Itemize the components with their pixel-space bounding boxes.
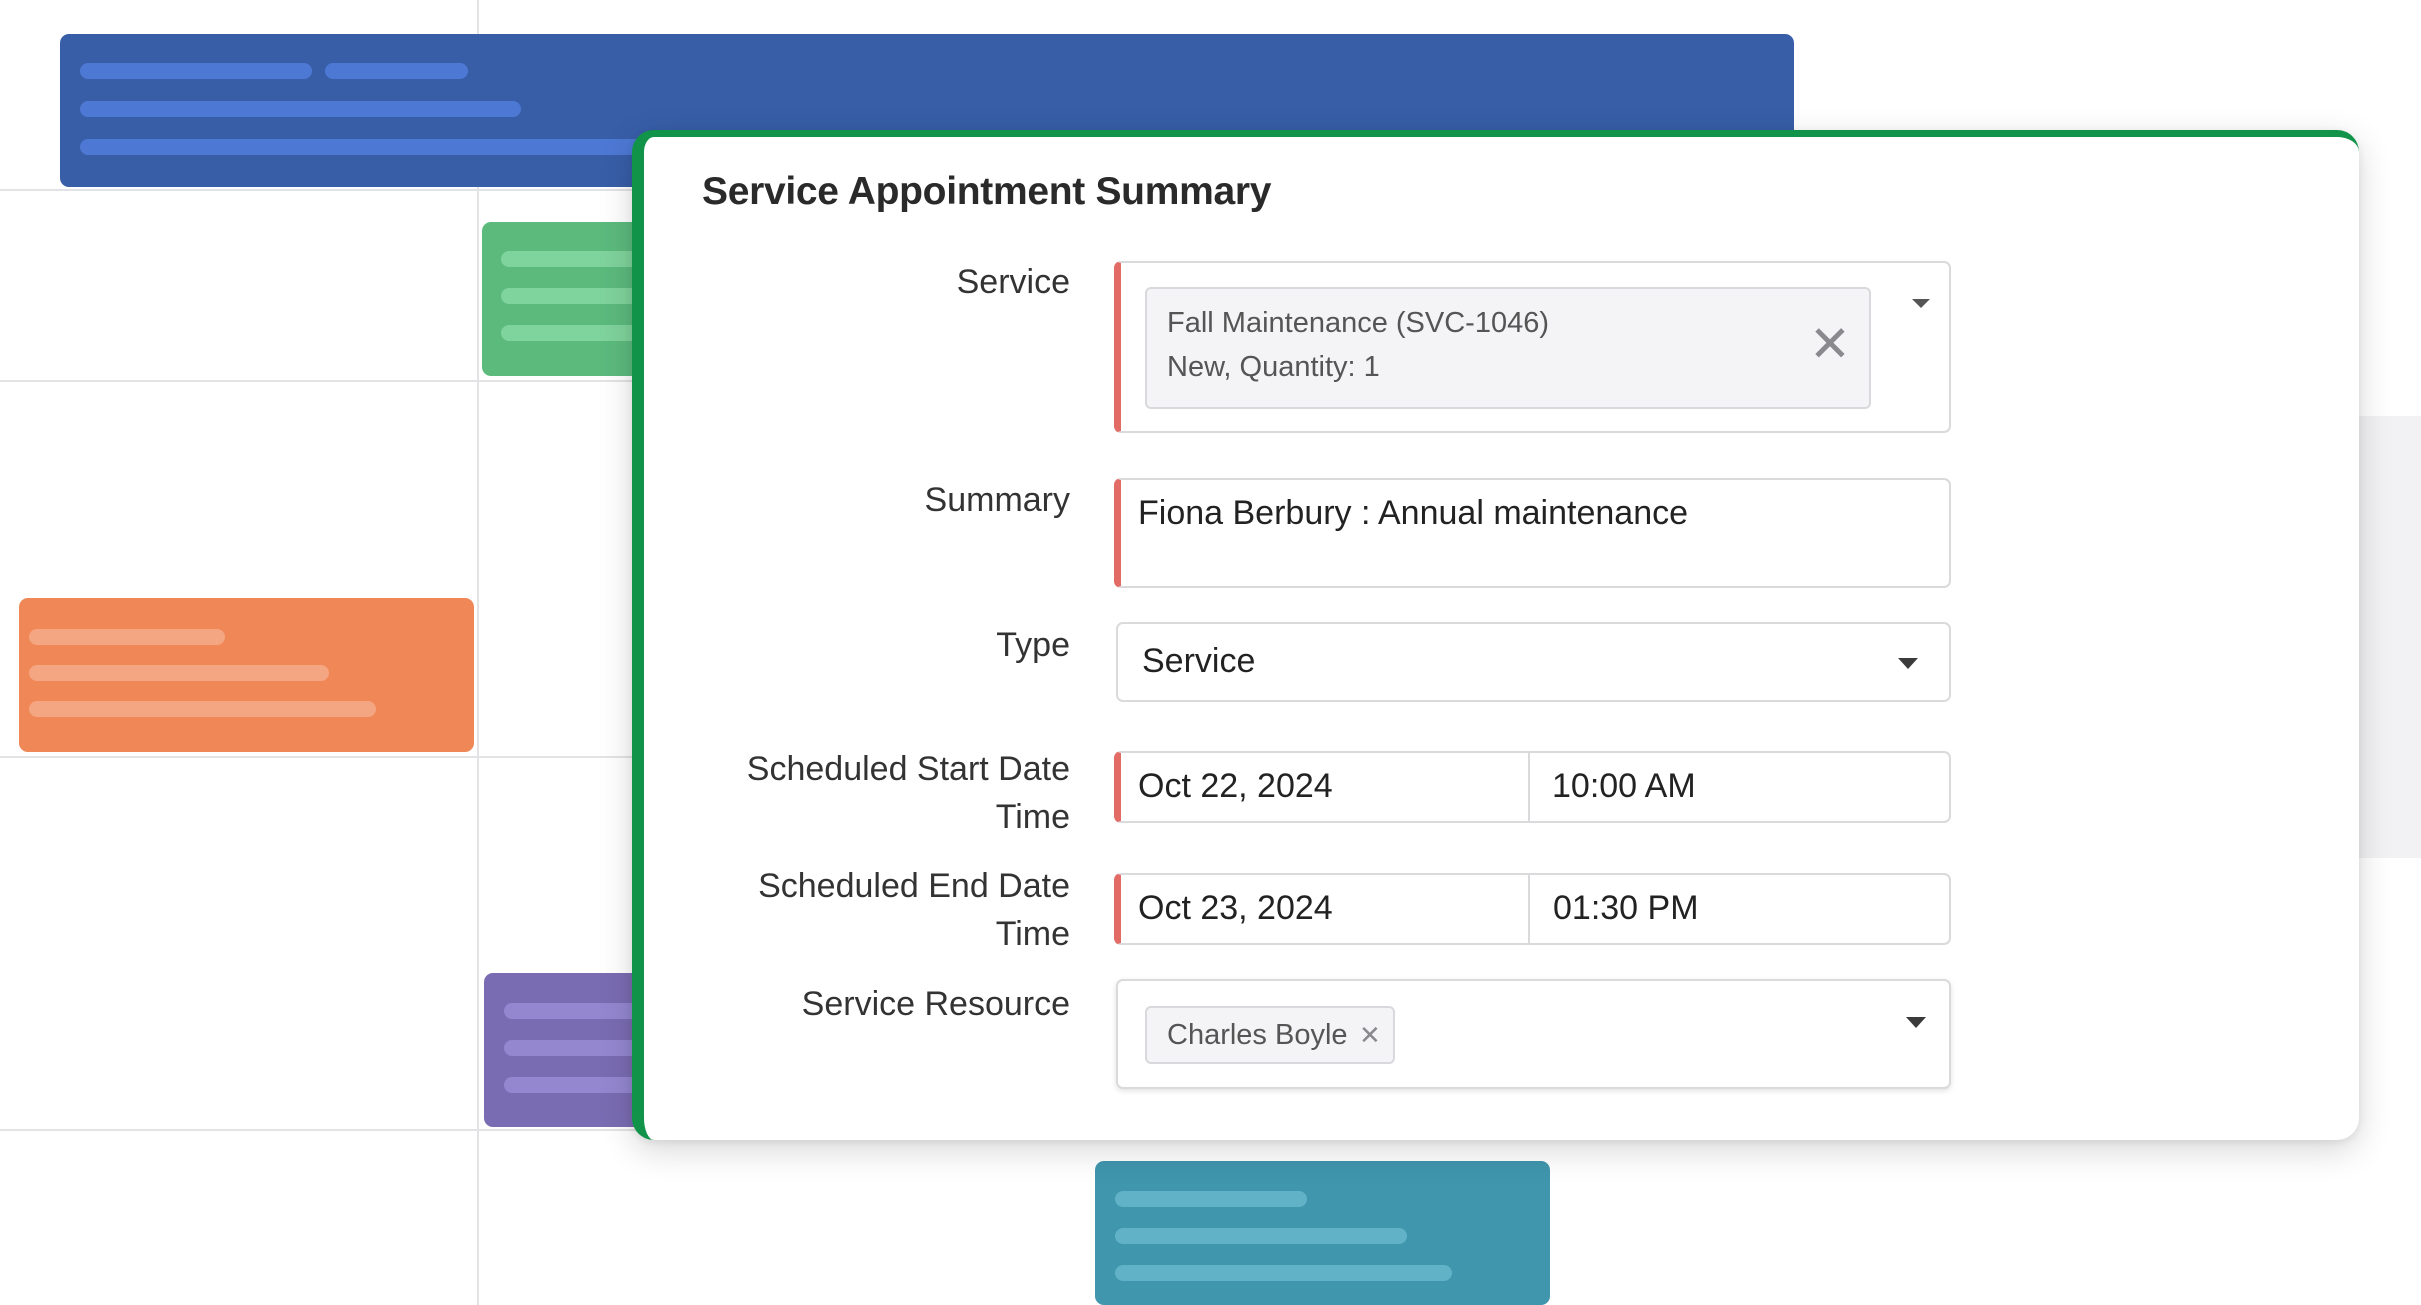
service-resource-select[interactable]: Charles Boyle ✕ [1116,979,1951,1089]
chevron-down-icon[interactable] [1912,299,1930,308]
calendar-grid-column-line [477,0,479,1305]
field-divider [1528,875,1530,943]
service-resource-chip-name: Charles Boyle [1167,1019,1348,1051]
calendar-grid-row-line [0,189,700,191]
service-chip-detail: New, Quantity: 1 [1167,351,1380,383]
calendar-event-purple[interactable] [484,973,652,1127]
calendar-grid-row-line [0,380,700,382]
summary-value: Fiona Berbury : Annual maintenance [1138,494,1689,532]
scheduled-start-label-line2: Time [995,798,1070,836]
side-panel [2358,416,2421,858]
close-icon[interactable]: ✕ [1359,1022,1381,1048]
dialog-title: Service Appointment Summary [702,170,1272,213]
scheduled-start-label: Scheduled Start Date Time [747,745,1070,841]
scheduled-end-time-input[interactable]: 01:30 PM [1553,889,1699,928]
calendar-grid-row-line [0,1129,700,1131]
service-chip[interactable]: Fall Maintenance (SVC-1046) New, Quantit… [1145,287,1871,409]
chevron-down-icon[interactable] [1906,1017,1926,1028]
service-resource-chip[interactable]: Charles Boyle ✕ [1145,1006,1395,1064]
service-label: Service [956,263,1070,301]
field-divider [1528,753,1530,821]
scheduled-end-date-input[interactable]: Oct 23, 2024 [1138,889,1333,928]
scheduled-start-field: Oct 22, 2024 10:00 AM [1114,751,1951,823]
scheduled-start-label-line1: Scheduled Start Date [746,750,1070,788]
type-label: Type [996,626,1070,664]
calendar-event-green[interactable] [482,222,652,376]
service-chip-name: Fall Maintenance (SVC-1046) [1167,307,1550,339]
scheduled-end-label-line1: Scheduled End Date [758,867,1070,905]
scheduled-end-label-line2: Time [995,915,1070,953]
calendar-event-teal[interactable] [1095,1161,1550,1305]
chevron-down-icon[interactable] [1898,658,1918,669]
summary-label: Summary [924,481,1070,519]
scheduled-start-time-input[interactable]: 10:00 AM [1552,767,1696,806]
calendar-event-orange[interactable] [19,598,474,752]
calendar-grid-row-line [0,756,700,758]
summary-textarea[interactable]: Fiona Berbury : Annual maintenance [1114,478,1951,588]
type-select[interactable]: Service [1116,622,1951,702]
scheduled-end-label: Scheduled End Date Time [758,862,1070,958]
scheduled-start-date-input[interactable]: Oct 22, 2024 [1138,767,1333,806]
service-lookup-field[interactable]: Fall Maintenance (SVC-1046) New, Quantit… [1114,261,1951,433]
service-resource-label: Service Resource [801,985,1070,1023]
scheduled-end-field: Oct 23, 2024 01:30 PM [1114,873,1951,945]
type-value: Service [1142,642,1256,680]
close-icon[interactable]: ✕ [1809,319,1851,369]
